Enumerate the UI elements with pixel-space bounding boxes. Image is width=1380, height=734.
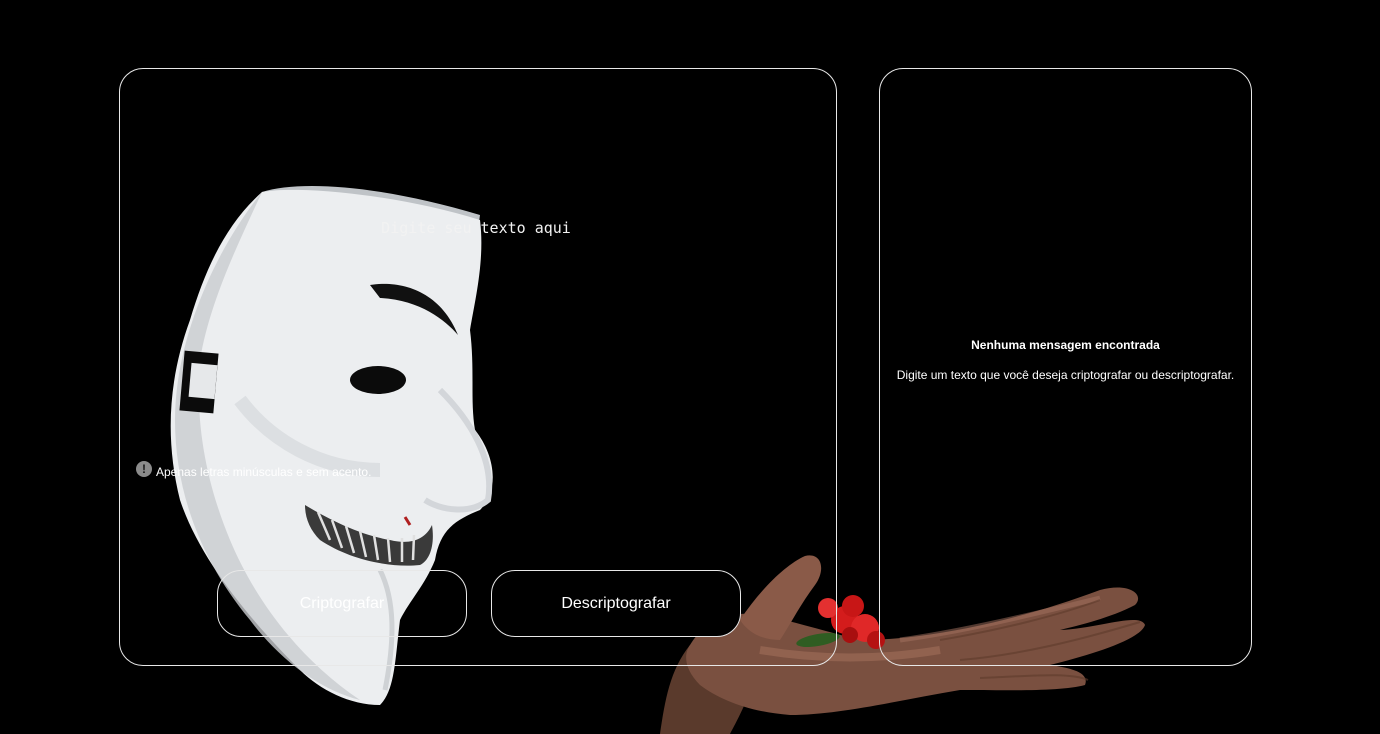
output-panel: Nenhuma mensagem encontrada Digite um te… [879, 68, 1252, 666]
input-panel: ! Apenas letras minúsculas e sem acento.… [119, 68, 837, 666]
app-root: ! Apenas letras minúsculas e sem acento.… [0, 0, 1380, 734]
output-description: Digite um texto que você deseja criptogr… [896, 368, 1235, 382]
input-hint: ! Apenas letras minúsculas e sem acento. [136, 461, 372, 479]
hint-text: Apenas letras minúsculas e sem acento. [156, 465, 372, 479]
exclamation-circle-icon: ! [136, 461, 152, 477]
output-title: Nenhuma mensagem encontrada [971, 338, 1160, 352]
encrypt-button[interactable]: Criptografar [217, 570, 467, 637]
message-input[interactable] [156, 219, 796, 459]
decrypt-button[interactable]: Descriptografar [491, 570, 741, 637]
